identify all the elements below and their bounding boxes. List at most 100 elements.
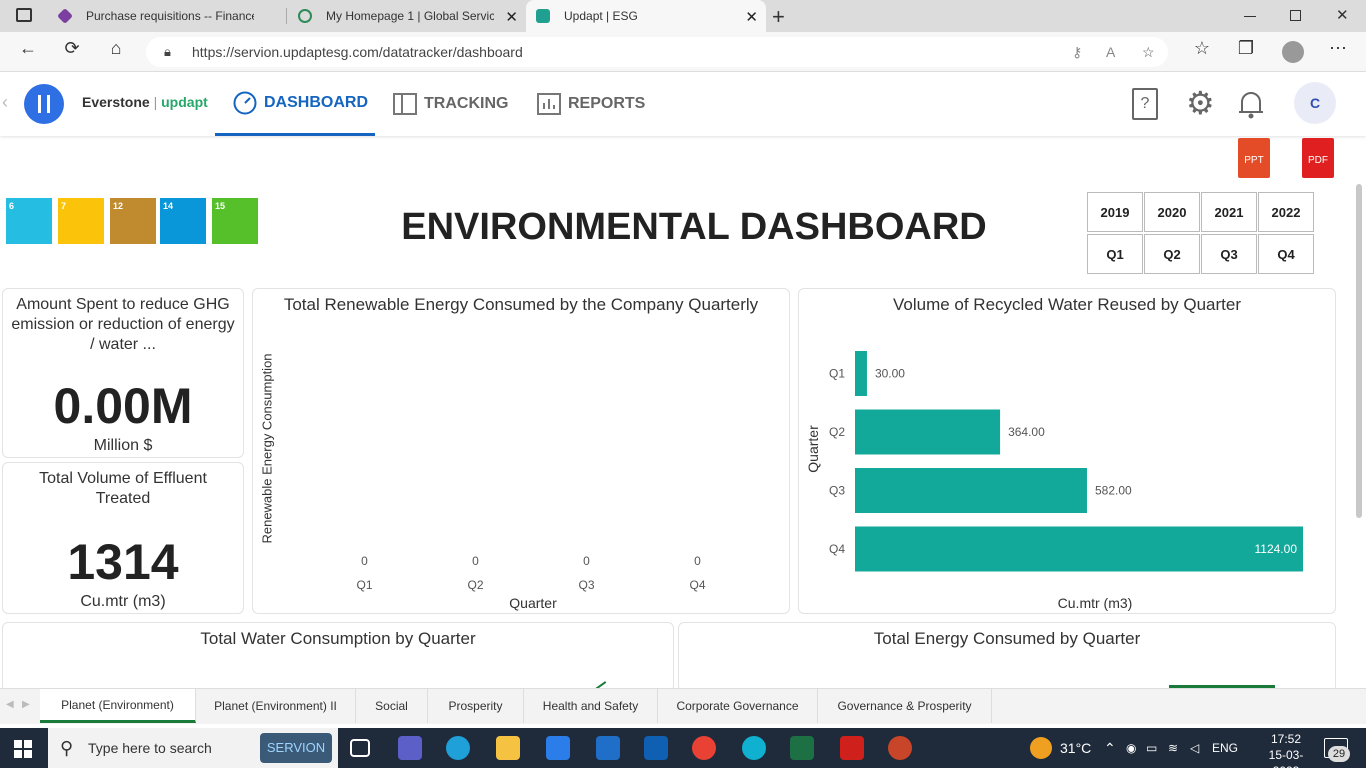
close-tab-icon[interactable]: ✕ <box>505 8 518 26</box>
store-icon[interactable] <box>546 736 570 760</box>
tabs-scroll-left-icon[interactable]: ◀ <box>6 699 14 710</box>
browser-tab-updapt[interactable]: Updapt | ESG ✕ <box>526 0 766 32</box>
page-tab-health-safety[interactable]: Health and Safety <box>524 689 658 723</box>
wifi-icon[interactable]: ≋ <box>1168 728 1178 768</box>
filter-quarter-q3[interactable]: Q3 <box>1201 234 1257 274</box>
home-icon[interactable]: ⌂ <box>104 38 128 59</box>
clock-time: 17:52 <box>1270 732 1302 746</box>
new-tab-icon[interactable]: + <box>772 4 785 30</box>
close-tab-icon[interactable]: ✕ <box>745 8 758 26</box>
page-tab-social[interactable]: Social <box>356 689 428 723</box>
help-book-icon[interactable]: ? <box>1132 88 1158 120</box>
acrobat-icon[interactable] <box>840 736 864 760</box>
windows-taskbar: ⚲ Type here to search SERVION 31°C ⌃ ◉ ▭… <box>0 728 1366 778</box>
app-header: ‹ Everstone | updapt DASHBOARD TRACKING … <box>0 72 1366 136</box>
tab-actions-icon[interactable] <box>16 8 32 22</box>
back-icon[interactable]: ← <box>16 38 40 59</box>
tabs-scroll-right-icon[interactable]: ▶ <box>22 699 30 710</box>
network-icon[interactable]: ◉ <box>1126 728 1136 768</box>
profile-avatar-icon[interactable] <box>1282 41 1304 63</box>
page-tab-planet-environment[interactable]: Planet (Environment) <box>40 689 196 723</box>
url-input[interactable]: 🔒︎ https://servion.updaptesg.com/datatra… <box>146 37 1168 67</box>
nav-reports[interactable]: REPORTS <box>536 72 645 136</box>
collapse-chevron-icon[interactable]: ‹ <box>2 92 8 113</box>
sdg-tile-7: 7 <box>58 198 104 244</box>
notification-bell-icon[interactable] <box>1236 88 1266 120</box>
task-view-icon[interactable] <box>350 739 370 757</box>
refresh-icon[interactable]: ⟳ <box>60 38 84 59</box>
recycled-data-label: 582.00 <box>1095 484 1132 498</box>
volume-icon[interactable]: ◁ <box>1190 728 1199 768</box>
recycled-bar <box>855 409 1001 455</box>
sdg-number: 14 <box>163 201 174 211</box>
nav-dashboard[interactable]: DASHBOARD <box>215 72 375 136</box>
battery-icon[interactable]: ▭ <box>1146 728 1157 768</box>
brand-everstone: Everstone <box>82 94 150 110</box>
renewable-data-label: 0 <box>694 554 701 568</box>
browser-tab-purchase[interactable]: Purchase requisitions -- Finance a <box>48 0 286 32</box>
water-chart-title: Total Water Consumption by Quarter <box>200 629 476 648</box>
energy-consumed-chart: Total Energy Consumed by Quarter <box>678 622 1336 692</box>
tracking-icon <box>393 93 417 115</box>
webex-icon[interactable] <box>742 736 766 760</box>
user-avatar[interactable]: C <box>1294 82 1336 124</box>
clock[interactable]: 17:52 15-03-2023 <box>1256 731 1316 779</box>
renewable-data-label: 0 <box>472 554 479 568</box>
file-explorer-icon[interactable] <box>496 736 520 760</box>
more-options-icon[interactable]: ⋯ <box>1326 38 1350 59</box>
filter-year-2022[interactable]: 2022 <box>1258 192 1314 232</box>
filter-quarter-q4[interactable]: Q4 <box>1258 234 1314 274</box>
recycled-data-label: 1124.00 <box>1255 542 1298 556</box>
filter-quarter-q2[interactable]: Q2 <box>1144 234 1200 274</box>
taskbar-search-input[interactable]: ⚲ Type here to search SERVION <box>48 728 338 768</box>
weather-icon[interactable] <box>1030 737 1052 759</box>
outlook-icon[interactable] <box>644 736 668 760</box>
chrome-icon[interactable] <box>692 736 716 760</box>
page-tab-corporate-governance[interactable]: Corporate Governance <box>658 689 818 723</box>
powerpoint-icon[interactable] <box>888 736 912 760</box>
notification-count-badge: 29 <box>1328 746 1350 762</box>
key-icon[interactable]: ⚷ <box>1072 37 1082 67</box>
sdg-tile-12: 12 <box>110 198 156 244</box>
export-ppt-button[interactable]: PPT <box>1238 138 1270 178</box>
page-tab-planet-environment-ii[interactable]: Planet (Environment) II <box>196 689 356 723</box>
page-tab-governance-prosperity[interactable]: Governance & Prosperity <box>818 689 992 723</box>
page-scrollbar[interactable] <box>1356 184 1362 518</box>
teams-icon[interactable] <box>398 736 422 760</box>
windows-start-icon[interactable] <box>14 740 32 758</box>
effluent-card-unit: Cu.mtr (m3) <box>80 593 166 610</box>
nav-tracking[interactable]: TRACKING <box>392 72 508 136</box>
tab-title: Purchase requisitions -- Finance a <box>86 9 254 23</box>
edge-icon[interactable] <box>446 736 470 760</box>
collections-icon[interactable]: ❐ <box>1234 38 1258 59</box>
renewable-data-label: 0 <box>361 554 368 568</box>
filter-year-2019[interactable]: 2019 <box>1087 192 1143 232</box>
show-hidden-icons-icon[interactable]: ⌃ <box>1104 728 1116 768</box>
settings-gear-icon[interactable]: ⚙ <box>1186 84 1215 122</box>
restore-icon[interactable] <box>1290 10 1301 21</box>
export-pdf-button[interactable]: PDF <box>1302 138 1334 178</box>
filter-year-2021[interactable]: 2021 <box>1201 192 1257 232</box>
language-indicator[interactable]: ENG <box>1212 728 1238 768</box>
servion-badge[interactable]: SERVION <box>260 733 332 763</box>
filter-quarter-q1[interactable]: Q1 <box>1087 234 1143 274</box>
mail-icon[interactable] <box>596 736 620 760</box>
weather-temperature[interactable]: 31°C <box>1060 728 1091 768</box>
minimize-icon[interactable] <box>1244 16 1256 17</box>
close-window-icon[interactable]: ✕ <box>1336 6 1349 24</box>
page-tab-prosperity[interactable]: Prosperity <box>428 689 524 723</box>
favorites-icon[interactable]: ☆ <box>1190 38 1214 59</box>
recycled-water-chart: Volume of Recycled Water Reused by Quart… <box>798 288 1336 614</box>
read-aloud-icon[interactable]: A <box>1106 37 1115 67</box>
recycled-chart-plot: Q1 30.00 Q2 364.00 Q3 582.00 Q4 1124.00 <box>829 351 1303 572</box>
water-consumption-chart: Total Water Consumption by Quarter <box>2 622 674 692</box>
add-favorite-icon[interactable]: ☆ <box>1142 37 1155 67</box>
effluent-card-value: 1314 <box>67 534 179 590</box>
sdg-tile-6: 6 <box>6 198 52 244</box>
nav-reports-label: REPORTS <box>568 95 646 112</box>
sdg-tile-14: 14 <box>160 198 206 244</box>
browser-tab-homepage[interactable]: My Homepage 1 | Global Service ✕ <box>288 0 526 32</box>
app-logo-icon[interactable] <box>24 84 64 124</box>
excel-icon[interactable] <box>790 736 814 760</box>
filter-year-2020[interactable]: 2020 <box>1144 192 1200 232</box>
